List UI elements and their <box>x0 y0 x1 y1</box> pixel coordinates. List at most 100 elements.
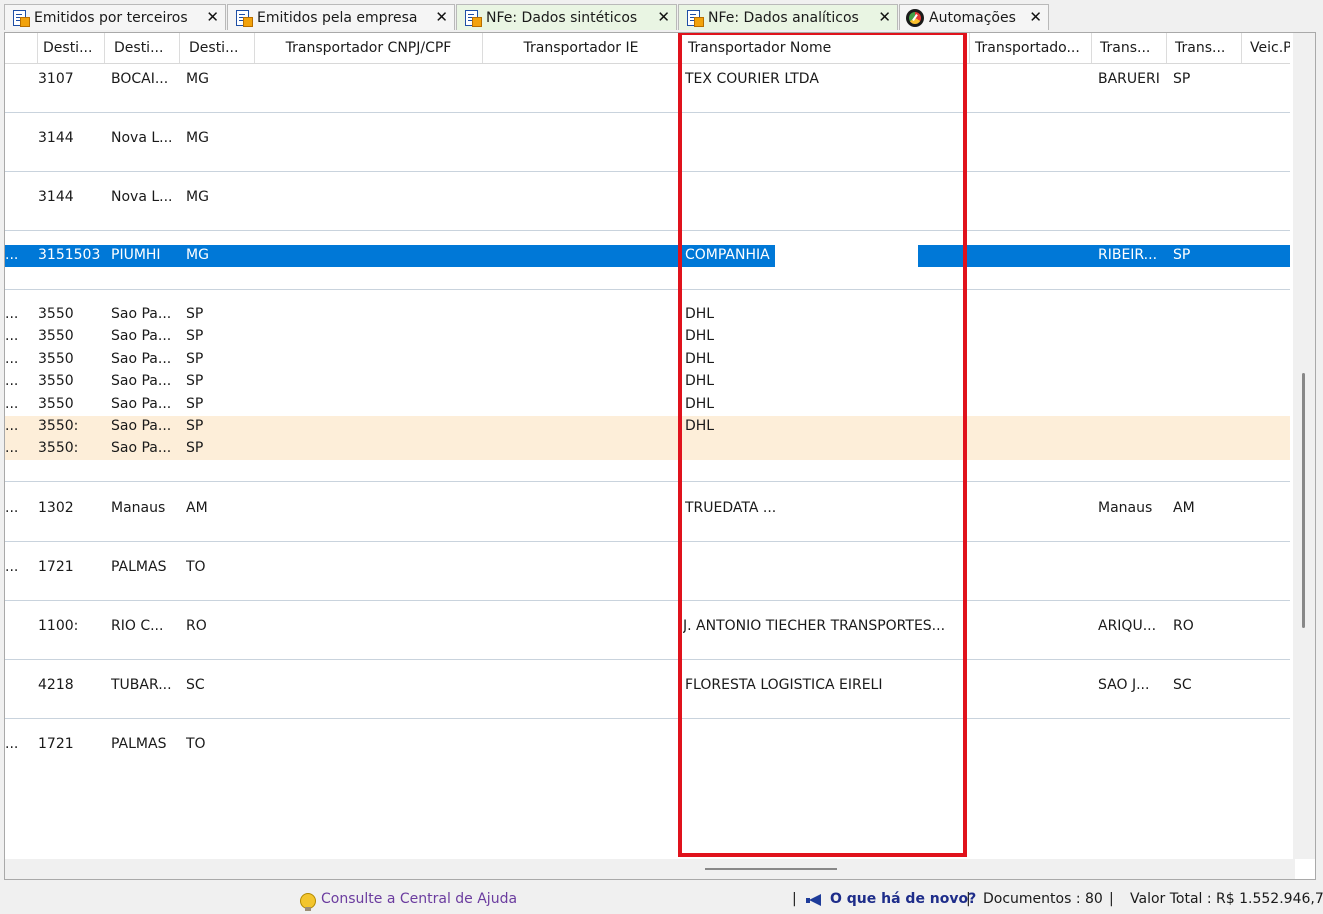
vertical-scrollbar-thumb[interactable] <box>1302 373 1305 628</box>
column-header-transportador-cnpj[interactable]: Transportador CNPJ/CPF <box>255 33 483 63</box>
column-header-destinatario-municipio-codigo[interactable]: Desti... <box>38 33 105 63</box>
status-bar: Consulte a Central de Ajuda | O que há d… <box>0 884 1323 914</box>
table-row[interactable]: ... 3550 Sao Pa... SP DHL <box>5 326 1290 348</box>
column-header-transportador-ie[interactable]: Transportador IE <box>483 33 680 63</box>
table-row[interactable]: 3144 Nova L... MG <box>5 113 1290 172</box>
cell-municipio-codigo: 3550 <box>38 373 74 389</box>
cell-transportador-nome: DHL <box>685 328 715 344</box>
table-row[interactable]: ... 3550 Sao Pa... SP DHL <box>5 394 1290 416</box>
table-row[interactable]: ... 1721 PALMAS TO <box>5 542 1290 601</box>
cell-transportador-nome: J. ANTONIO TIECHER TRANSPORTES... <box>683 618 946 634</box>
grid-header: Desti... Desti... Desti... Transportador… <box>5 33 1290 64</box>
column-header-transportador-uf[interactable]: Trans... <box>1167 33 1242 63</box>
status-separator: | <box>792 891 797 907</box>
table-row-highlighted[interactable]: ... 3550: Sao Pa... SP DHL <box>5 416 1290 438</box>
nfe-document-icon <box>11 9 30 27</box>
close-icon[interactable]: ✕ <box>435 8 448 26</box>
column-header-destinatario-uf[interactable]: Desti... <box>180 33 255 63</box>
cell-transportador-nome: DHL <box>685 306 715 322</box>
cell-municipio-codigo: 3550 <box>38 306 74 322</box>
close-icon[interactable]: ✕ <box>657 8 670 26</box>
cell-uf: SP <box>186 418 204 434</box>
lightbulb-icon <box>300 893 316 911</box>
cell-transportador-nome: DHL <box>685 373 715 389</box>
tab-emitidos-pela-empresa[interactable]: Emitidos pela empresa ✕ <box>227 4 455 30</box>
tab-label: Automações <box>929 9 1016 26</box>
vertical-scrollbar[interactable] <box>1293 33 1315 859</box>
table-row[interactable]: ... 1721 PALMAS TO <box>5 719 1290 778</box>
cell-municipio: PALMAS <box>111 559 167 575</box>
cell-transportador-municipio: SAO J... <box>1098 677 1150 693</box>
close-icon[interactable]: ✕ <box>878 8 891 26</box>
cell-transportador-nome: DHL <box>685 418 715 434</box>
close-icon[interactable]: ✕ <box>206 8 219 26</box>
tab-automacoes[interactable]: Automações ✕ <box>899 4 1049 30</box>
cell-transportador-nome: DHL <box>685 351 715 367</box>
cell-transportador-uf: RO <box>1173 618 1194 634</box>
row-indicator: ... <box>5 351 19 367</box>
table-row[interactable]: 1100: RIO C... RO J. ANTONIO TIECHER TRA… <box>5 601 1290 660</box>
nfe-document-icon <box>463 9 482 27</box>
cell-transportador-uf: AM <box>1173 500 1195 516</box>
help-center-link[interactable]: Consulte a Central de Ajuda <box>321 891 517 907</box>
table-row[interactable]: ... 3550 Sao Pa... SP DHL <box>5 304 1290 326</box>
cell-municipio: Manaus <box>111 500 166 516</box>
cell-municipio-codigo: 3144 <box>38 130 74 146</box>
row-group-end <box>5 460 1290 482</box>
cell-municipio-codigo: 3550: <box>38 418 79 434</box>
cell-municipio: TUBAR... <box>111 677 172 693</box>
horizontal-scrollbar-thumb[interactable] <box>705 868 837 870</box>
cell-municipio: Nova L... <box>111 189 173 205</box>
cell-municipio-codigo: 3144 <box>38 189 74 205</box>
redaction-block <box>775 245 918 267</box>
table-row[interactable]: ... 3550 Sao Pa... SP DHL <box>5 349 1290 371</box>
table-row[interactable]: ... 3550 Sao Pa... SP DHL <box>5 371 1290 393</box>
data-grid: Desti... Desti... Desti... Transportador… <box>4 32 1316 880</box>
cell-municipio-codigo: 3550 <box>38 328 74 344</box>
whats-new-link[interactable]: O que há de novo? <box>830 891 976 907</box>
column-header-destinatario-municipio[interactable]: Desti... <box>105 33 180 63</box>
cell-municipio: Sao Pa... <box>111 306 172 322</box>
table-row-highlighted[interactable]: ... 3550: Sao Pa... SP <box>5 438 1290 460</box>
tab-bar: Emitidos por terceiros ✕ Emitidos pela e… <box>0 0 1323 32</box>
table-row[interactable]: 3107 BOCAI... MG TEX COURIER LTDA BARUER… <box>5 63 1290 113</box>
close-icon[interactable]: ✕ <box>1029 8 1042 26</box>
cell-transportador-nome: TEX COURIER LTDA <box>685 71 819 87</box>
cell-municipio: Sao Pa... <box>111 373 172 389</box>
tab-label: Emitidos por terceiros <box>34 9 188 26</box>
table-row-selected-container[interactable]: ... 3151503 PIUMHI MG COMPANHIA RIBEIR..… <box>5 231 1290 290</box>
column-header-veiculo-placa[interactable]: Veic.P <box>1242 33 1290 63</box>
cell-uf: SC <box>186 677 205 693</box>
cell-municipio: PIUMHI <box>111 247 161 263</box>
column-header-transportador-endereco[interactable]: Transportado... <box>970 33 1092 63</box>
row-indicator: ... <box>5 306 19 322</box>
column-header-transportador-municipio[interactable]: Trans... <box>1092 33 1167 63</box>
table-row[interactable]: 4218 TUBAR... SC FLORESTA LOGISTICA EIRE… <box>5 660 1290 719</box>
tab-nfe-dados-sinteticos[interactable]: NFe: Dados sintéticos ✕ <box>456 4 677 30</box>
cell-transportador-uf: SP <box>1173 247 1191 263</box>
cell-uf: SP <box>186 328 204 344</box>
table-row-selected[interactable]: ... 3151503 PIUMHI MG COMPANHIA RIBEIR..… <box>5 245 1290 267</box>
horizontal-scrollbar[interactable] <box>5 859 1295 879</box>
tab-nfe-dados-analiticos[interactable]: NFe: Dados analíticos ✕ <box>678 4 898 30</box>
cell-transportador-municipio: RIBEIR... <box>1098 247 1158 263</box>
cell-transportador-uf: SC <box>1173 677 1192 693</box>
tab-emitidos-por-terceiros[interactable]: Emitidos por terceiros ✕ <box>4 4 226 30</box>
cell-municipio-codigo: 3151503 <box>38 247 101 263</box>
cell-transportador-municipio: BARUERI <box>1098 71 1160 87</box>
cell-uf: SP <box>186 440 204 456</box>
cell-municipio-codigo: 1100: <box>38 618 79 634</box>
nfe-document-icon <box>685 9 704 27</box>
column-header-transportador-nome[interactable]: Transportador Nome <box>680 33 970 63</box>
row-indicator: ... <box>5 418 19 434</box>
table-row[interactable]: ... 1302 Manaus AM TRUEDATA ... Manaus A… <box>5 483 1290 542</box>
table-row[interactable]: 3144 Nova L... MG <box>5 172 1290 231</box>
megaphone-icon <box>805 892 825 908</box>
cell-municipio: Sao Pa... <box>111 418 172 434</box>
cell-municipio-codigo: 1302 <box>38 500 74 516</box>
cell-municipio-codigo: 1721 <box>38 736 74 752</box>
cell-municipio: Sao Pa... <box>111 396 172 412</box>
cell-transportador-nome: COMPANHIA <box>685 247 770 263</box>
cell-uf: MG <box>186 189 209 205</box>
tab-label: NFe: Dados sintéticos <box>486 9 638 26</box>
